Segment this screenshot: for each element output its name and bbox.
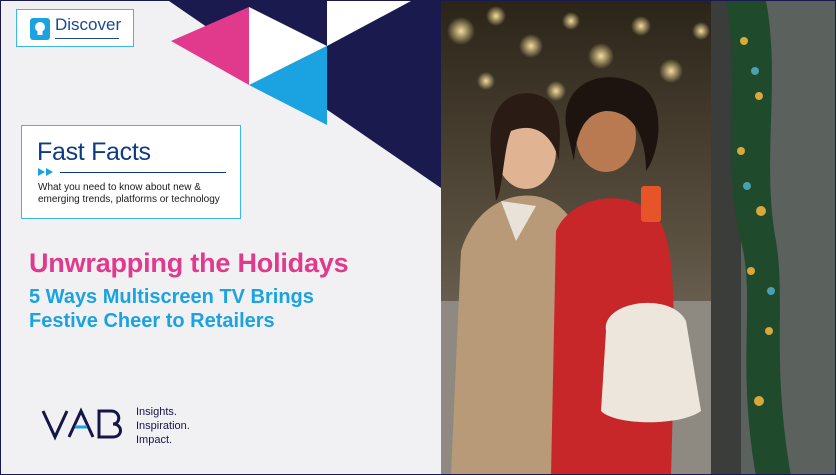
vab-logo: Insights. Inspiration. Impact. xyxy=(41,401,201,453)
discover-badge[interactable]: Discover xyxy=(16,9,134,47)
tagline-impact: Impact. xyxy=(136,434,173,446)
subheadline: 5 Ways Multiscreen TV Brings Festive Che… xyxy=(29,285,314,333)
double-arrow-icon xyxy=(38,168,53,176)
discover-underline xyxy=(55,38,119,39)
tagline-insights: Insights. xyxy=(136,406,177,418)
lightbulb-icon xyxy=(30,18,50,40)
subheadline-line-2: Festive Cheer to Retailers xyxy=(29,310,275,332)
holiday-shoppers-photo xyxy=(441,1,835,474)
tagline-inspiration: Inspiration. xyxy=(136,420,190,432)
fast-facts-description: What you need to know about new & emergi… xyxy=(38,182,220,205)
discover-label: Discover xyxy=(55,15,122,34)
fast-facts-title: Fast Facts xyxy=(37,138,151,166)
headline: Unwrapping the Holidays xyxy=(29,248,349,278)
fast-facts-box: Fast Facts What you need to know about n… xyxy=(21,125,241,219)
slide: Discover Fast Facts What you need to kno… xyxy=(0,0,836,475)
vab-wordmark xyxy=(41,407,122,441)
subheadline-line-1: 5 Ways Multiscreen TV Brings xyxy=(29,286,314,308)
vab-tagline: Insights. Inspiration. Impact. xyxy=(136,405,190,447)
fast-facts-divider xyxy=(60,172,226,173)
